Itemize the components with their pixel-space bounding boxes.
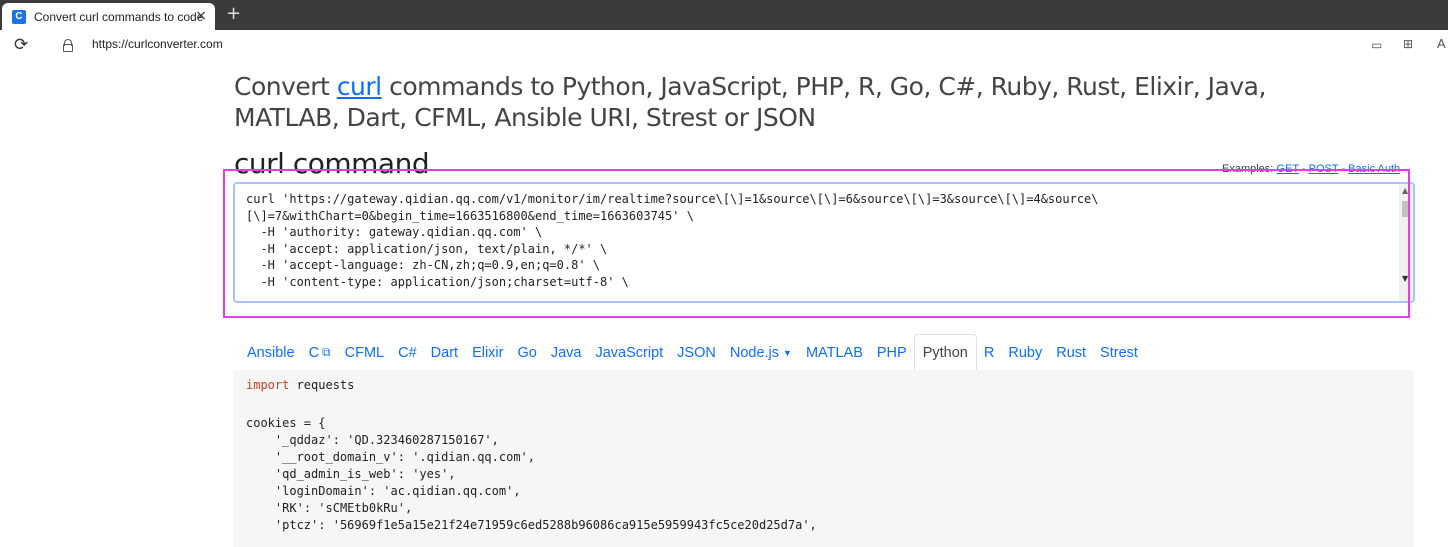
- tab-nodejs[interactable]: Node.js ▼: [723, 334, 799, 371]
- curl-command-input[interactable]: curl 'https://gateway.qidian.qq.com/v1/m…: [233, 182, 1415, 303]
- url-field[interactable]: https://curlconverter.com: [92, 37, 223, 51]
- example-basic-auth-link[interactable]: Basic Auth: [1348, 163, 1400, 175]
- tab-matlab[interactable]: MATLAB: [799, 334, 870, 371]
- external-link-icon: ⧉: [322, 345, 331, 359]
- tab-ansible[interactable]: Ansible: [233, 334, 302, 371]
- reader-view-icon[interactable]: ▭: [1371, 38, 1382, 52]
- generated-code[interactable]: import requests cookies = { '_qddaz': 'Q…: [233, 370, 1414, 547]
- reload-icon[interactable]: ⟳: [14, 35, 28, 55]
- tab-php[interactable]: PHP: [870, 334, 914, 371]
- code-cookie-line: 'ptcz': '56969f1e5a15e21f24e71959c6ed528…: [274, 518, 817, 532]
- tab-title: Convert curl commands to code: [34, 9, 204, 24]
- chevron-down-icon: ▼: [783, 347, 792, 358]
- page-headline: Convert curl commands to Python, JavaScr…: [234, 72, 1266, 133]
- curl-command-title: curl command: [234, 147, 430, 180]
- lock-icon[interactable]: [63, 39, 73, 52]
- examples-links: Examples: GET - POST - Basic Auth: [1222, 163, 1401, 175]
- tab-java[interactable]: Java: [544, 334, 589, 371]
- code-cookie-line: '__root_domain_v': '.qidian.qq.com',: [274, 450, 536, 464]
- code-cookie-line: 'loginDomain': 'ac.qidian.qq.com',: [274, 484, 521, 498]
- code-import-line: import requests: [246, 378, 355, 392]
- tab-strest[interactable]: Strest: [1093, 334, 1145, 371]
- close-tab-icon[interactable]: ×: [195, 8, 207, 24]
- tab-javascript[interactable]: JavaScript: [588, 334, 670, 371]
- tab-python[interactable]: Python: [913, 334, 977, 371]
- scrollbar-thumb[interactable]: [1402, 201, 1410, 217]
- curl-command-text[interactable]: curl 'https://gateway.qidian.qq.com/v1/m…: [246, 191, 1401, 290]
- font-size-icon[interactable]: A: [1437, 36, 1446, 51]
- scroll-up-icon[interactable]: ▲: [1402, 186, 1408, 195]
- tab-ruby[interactable]: Ruby: [1001, 334, 1049, 371]
- tab-json[interactable]: JSON: [670, 334, 723, 371]
- code-cookie-line: 'qd_admin_is_web': 'yes',: [274, 467, 456, 481]
- scroll-down-icon[interactable]: ▼: [1402, 274, 1408, 283]
- language-tabs: Ansible C ⧉ CFML C# Dart Elixir Go Java J…: [233, 334, 1145, 371]
- example-post-link[interactable]: POST: [1309, 163, 1339, 175]
- tab-r[interactable]: R: [977, 334, 1001, 371]
- curl-link[interactable]: curl: [337, 72, 382, 101]
- tab-elixir[interactable]: Elixir: [465, 334, 510, 371]
- tab-go[interactable]: Go: [510, 334, 543, 371]
- tab-cfml[interactable]: CFML: [338, 334, 391, 371]
- apps-grid-icon[interactable]: ⊞: [1403, 37, 1413, 51]
- browser-tab-bar: C Convert curl commands to code × +: [0, 0, 1448, 30]
- site-favicon-icon: C: [12, 9, 26, 24]
- tab-c[interactable]: C ⧉: [302, 334, 338, 371]
- code-cookies-open: cookies = {: [246, 416, 326, 430]
- tab-rust[interactable]: Rust: [1049, 334, 1093, 371]
- example-get-link[interactable]: GET: [1276, 163, 1298, 175]
- new-tab-icon[interactable]: +: [226, 3, 241, 24]
- code-cookie-line: 'RK': 'sCMEtb0kRu',: [274, 501, 413, 515]
- tab-csharp[interactable]: C#: [391, 334, 424, 371]
- tab-dart[interactable]: Dart: [424, 334, 465, 371]
- textarea-scrollbar[interactable]: ▲ ▼: [1399, 184, 1413, 301]
- address-bar: ⟳ https://curlconverter.com ▭ ⊞ A: [0, 30, 1448, 61]
- code-cookie-line: '_qddaz': 'QD.323460287150167',: [274, 433, 499, 447]
- browser-tab[interactable]: C Convert curl commands to code ×: [2, 3, 215, 30]
